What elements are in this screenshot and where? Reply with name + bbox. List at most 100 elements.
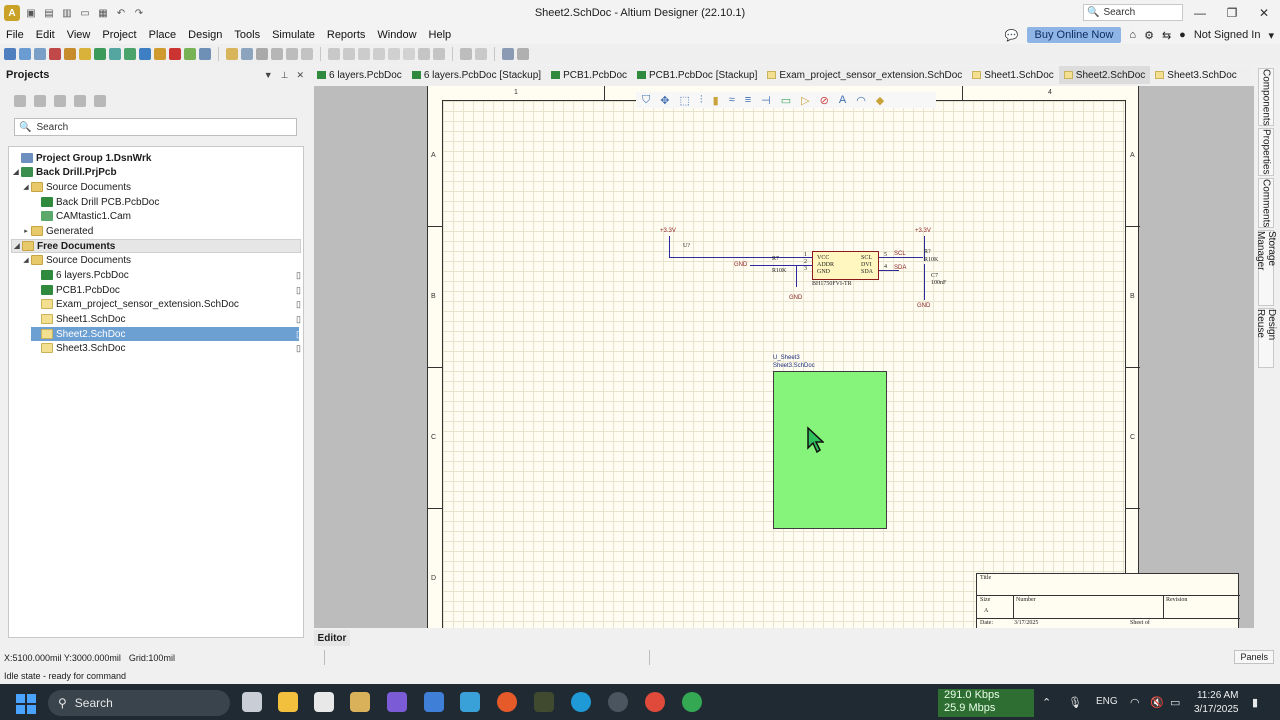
side-tab-properties[interactable]: Properties <box>1258 128 1274 176</box>
power-port-3v3-right[interactable]: +3.3V <box>915 228 931 234</box>
menu-view[interactable]: View <box>67 29 91 41</box>
tree-item-exam-project[interactable]: Exam_project_sensor_extension.SchDoc ▯ <box>31 297 321 311</box>
tab-sheet2[interactable]: Sheet2.SchDoc <box>1058 66 1151 84</box>
expand-arrow-icon[interactable]: ◢ <box>11 168 21 176</box>
select-icon[interactable]: ⬚ <box>679 94 689 107</box>
brave-browser-icon[interactable] <box>497 692 517 712</box>
photos-icon[interactable] <box>460 692 480 712</box>
calculator-icon[interactable] <box>424 692 444 712</box>
net-label-scl[interactable]: SCL <box>894 251 906 257</box>
save-all-icon[interactable]: ▤ <box>42 6 56 20</box>
capacitor-c7-value[interactable]: 100nF <box>931 280 946 286</box>
resistor-r7-value[interactable]: R10K <box>772 268 786 274</box>
microphone-icon[interactable]: 🎙 <box>1068 696 1082 709</box>
tool-redo-icon[interactable] <box>475 48 487 60</box>
tree-item-back-drill-pcb[interactable]: Back Drill PCB.PcbDoc <box>31 195 321 209</box>
undo-icon[interactable]: ↶ <box>114 6 128 20</box>
tree-item-sheet3[interactable]: Sheet3.SchDoc ▯ <box>31 341 321 355</box>
app-icon[interactable] <box>350 692 370 712</box>
save-icon[interactable]: ▣ <box>24 6 38 20</box>
wire[interactable] <box>750 265 812 266</box>
tree-item-free-documents[interactable]: ◢ Free Documents <box>11 239 301 253</box>
tool-pen-icon[interactable] <box>199 48 211 60</box>
link-icon[interactable]: ⇆ <box>1162 29 1171 42</box>
align-icon[interactable]: ⫶ <box>700 94 703 107</box>
project-history-icon[interactable] <box>74 95 86 107</box>
wire[interactable] <box>879 257 923 258</box>
maximize-button[interactable]: ❐ <box>1216 0 1248 26</box>
global-search-input[interactable]: 🔍 Search <box>1083 4 1183 21</box>
tool-part-icon[interactable] <box>139 48 151 60</box>
menu-tools[interactable]: Tools <box>234 29 260 41</box>
tool-net-icon[interactable] <box>79 48 91 60</box>
tool-select-icon[interactable] <box>34 48 46 60</box>
volume-muted-icon[interactable]: 🔇 <box>1150 696 1164 709</box>
tab-exam-project[interactable]: Exam_project_sensor_extension.SchDoc <box>762 66 967 84</box>
capacitor-c7-designator[interactable]: C7 <box>931 273 938 279</box>
schematic-editor-canvas[interactable]: 1 4 A B C D A B C D +3.3V +3.3V U? VCC A… <box>314 86 1254 628</box>
chat-icon[interactable]: 💬 <box>1005 29 1019 42</box>
save-project-icon[interactable] <box>14 95 26 107</box>
tool-hierarchy-icon[interactable] <box>502 48 514 60</box>
expand-arrow-icon[interactable]: ◢ <box>21 183 31 191</box>
editor-tab[interactable]: Editor <box>314 630 350 646</box>
file-explorer-icon[interactable] <box>278 692 298 712</box>
tool-power-icon[interactable] <box>109 48 121 60</box>
tree-item-source-documents[interactable]: ◢ Source Documents <box>21 180 311 194</box>
tool-move-selection-icon[interactable] <box>403 48 415 60</box>
no-erc-icon[interactable]: ⊘ <box>820 94 829 107</box>
tree-item-generated[interactable]: ▸ Generated <box>21 224 311 238</box>
gnd-net-label[interactable]: GND <box>734 262 747 268</box>
expand-arrow-icon[interactable]: ◢ <box>21 256 31 264</box>
tool-save-icon[interactable] <box>241 48 253 60</box>
tab-6-layers[interactable]: 6 layers.PcbDoc <box>312 66 407 84</box>
minimize-button[interactable]: — <box>1184 0 1216 26</box>
expand-arrow-icon[interactable]: ▸ <box>21 227 31 235</box>
directive-icon[interactable]: ◆ <box>876 94 884 107</box>
sheet-symbol-designator[interactable]: U_Sheet3 <box>773 355 800 361</box>
port-icon[interactable]: ▷ <box>801 94 809 107</box>
bus-icon[interactable]: ≡ <box>745 94 751 106</box>
ic-designator[interactable]: U? <box>683 243 690 249</box>
tool-bus-icon[interactable] <box>64 48 76 60</box>
menu-file[interactable]: File <box>6 29 24 41</box>
tool-zoom-icon[interactable] <box>271 48 283 60</box>
gnd-power-port[interactable]: GND <box>789 295 802 301</box>
notifications-icon[interactable]: ▮ <box>1252 696 1258 709</box>
tree-item-6-layers[interactable]: 6 layers.PcbDoc ▯ <box>31 268 321 282</box>
side-tab-comments[interactable]: Comments <box>1258 178 1274 228</box>
tool-no-erc-icon[interactable] <box>169 48 181 60</box>
sheet-symbol-filename[interactable]: Sheet3.SchDoc <box>773 363 815 369</box>
tool-browse-icon[interactable] <box>517 48 529 60</box>
tool-undo-icon[interactable] <box>460 48 472 60</box>
panels-button[interactable]: Panels <box>1234 650 1274 664</box>
tree-item-free-source-documents[interactable]: ◢ Source Documents <box>21 253 311 267</box>
tool-paste-icon[interactable] <box>358 48 370 60</box>
harness-icon[interactable]: ⊣ <box>761 94 771 107</box>
open-folder-icon[interactable]: ▭ <box>78 6 92 20</box>
altium-designer-icon[interactable] <box>534 692 554 712</box>
panel-pin-icon[interactable]: ⊥ <box>281 70 289 81</box>
chrome-browser-icon[interactable] <box>682 692 702 712</box>
wire[interactable] <box>796 265 797 287</box>
tool-move-icon[interactable] <box>19 48 31 60</box>
gear-icon[interactable]: ⚙ <box>1144 29 1154 42</box>
sheet-symbol-u-sheet3[interactable] <box>773 371 887 529</box>
gnd-power-port[interactable]: GND <box>917 303 930 309</box>
schematic-sheet[interactable]: 1 4 A B C D A B C D +3.3V +3.3V U? VCC A… <box>427 86 1240 628</box>
tool-cut-icon[interactable] <box>328 48 340 60</box>
altium-logo-icon[interactable]: A <box>4 5 20 21</box>
taskbar-search-box[interactable]: ⚲ Search <box>48 690 230 716</box>
tool-port-icon[interactable] <box>94 48 106 60</box>
tab-sheet3[interactable]: Sheet3.SchDoc <box>1150 66 1242 84</box>
notepad-icon[interactable] <box>314 692 334 712</box>
buy-online-button[interactable]: Buy Online Now <box>1026 27 1122 43</box>
tree-item-camtastic[interactable]: CAMtastic1.Cam <box>31 209 321 223</box>
battery-icon[interactable]: ▭ <box>1170 696 1180 709</box>
tool-zoom-area-icon[interactable] <box>301 48 313 60</box>
tool-print-icon[interactable] <box>256 48 268 60</box>
print-icon[interactable]: ▥ <box>60 6 74 20</box>
tool-select-area-icon[interactable] <box>388 48 400 60</box>
account-label[interactable]: Not Signed In <box>1194 29 1261 41</box>
tree-item-project-group[interactable]: Project Group 1.DsnWrk <box>11 151 301 165</box>
